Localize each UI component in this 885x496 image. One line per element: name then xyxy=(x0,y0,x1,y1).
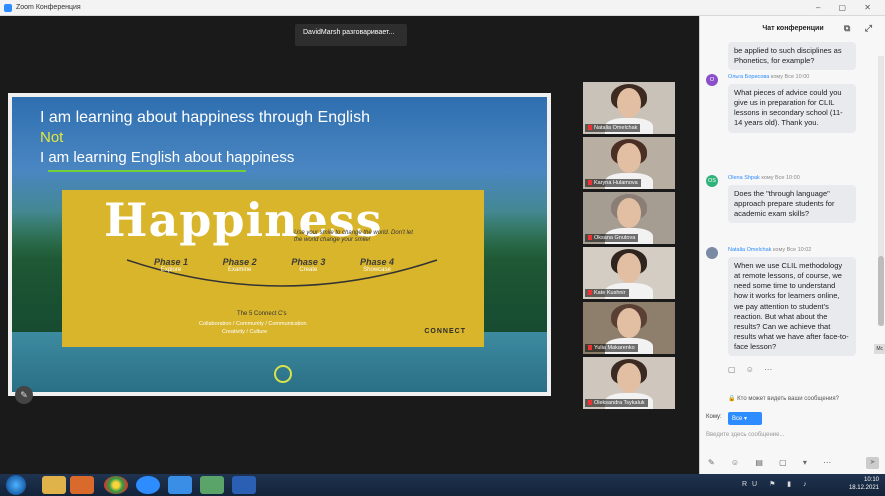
participant-tile[interactable]: Natalia Omelchak xyxy=(583,82,675,134)
avatar: OS xyxy=(706,175,718,187)
participant-name-label: Kate Kushnir xyxy=(585,289,629,297)
participant-name-label: Oleksandra Tsykaluk xyxy=(585,399,648,407)
send-button[interactable]: ➤ xyxy=(866,457,879,469)
chat-title: Чат конференции xyxy=(762,25,824,32)
more-button[interactable]: Mc xyxy=(874,344,885,354)
participant-tile[interactable]: Oleksandra Tsykaluk xyxy=(583,357,675,409)
chat-message-text: What pieces of advice could you give us … xyxy=(728,84,856,133)
window-titlebar: Zoom Конференция – ▢ ✕ xyxy=(0,0,885,16)
chat-message-text: be applied to such disciplines as Phonet… xyxy=(728,42,856,71)
windows-taskbar: RU ⚑ ▮ ♪ 10:10 18.12.2021 xyxy=(0,474,885,496)
slide-line-2: Not xyxy=(40,129,64,146)
muted-mic-icon xyxy=(588,125,592,130)
chat-message-text: When we use CLIL methodology at remote l… xyxy=(728,257,856,357)
phase-3: Phase 3 Create xyxy=(291,257,326,273)
participant-tile[interactable]: Oksana Gnutova xyxy=(583,192,675,244)
slide-line-3: I am learning English about happiness xyxy=(40,149,295,166)
participant-face xyxy=(617,308,641,338)
participant-tile[interactable]: Karyna Hulamova xyxy=(583,137,675,189)
system-tray-icons[interactable]: RU ⚑ ▮ ♪ xyxy=(742,480,812,488)
chat-message-meta: Olena Shpak кому Все 10:00 xyxy=(728,175,800,181)
muted-mic-icon xyxy=(588,345,592,350)
system-clock[interactable]: 10:10 18.12.2021 xyxy=(849,477,879,493)
participant-face xyxy=(617,253,641,283)
connect-brand: CONNECT xyxy=(424,328,466,335)
slide-underline xyxy=(48,170,246,172)
chat-message-meta: Natalia Omelchak кому Все 10:02 xyxy=(728,247,812,253)
participant-name-label: Natalia Omelchak xyxy=(585,124,641,132)
chat-messages: be applied to such disciplines as Phonet… xyxy=(700,42,878,404)
message-action-icons[interactable]: ▢ ☺ ⋯ xyxy=(728,365,776,374)
participant-face xyxy=(617,198,641,228)
avatar xyxy=(706,247,718,259)
muted-mic-icon xyxy=(588,235,592,240)
participant-name-label: Karyna Hulamova xyxy=(585,179,641,187)
internet-explorer-icon[interactable] xyxy=(168,476,192,494)
phase-1: Phase 1 Explore xyxy=(154,257,189,273)
phase-4: Phase 4 Showcase xyxy=(359,257,394,273)
window-title: Zoom Конференция xyxy=(16,4,81,11)
participant-tile[interactable]: Yulia Makarenko xyxy=(583,302,675,354)
participant-tile[interactable]: Kate Kushnir xyxy=(583,247,675,299)
muted-mic-icon xyxy=(588,400,592,405)
chat-toolbar[interactable]: ✎ ☺ ▤ ▢ ▾ ⋯ xyxy=(708,458,838,467)
chat-input[interactable]: Введите здесь сообщение... xyxy=(706,432,876,444)
connect-cs-line-1: Collaboration / Community / Communicatio… xyxy=(199,321,307,327)
phase-2: Phase 2 Examine xyxy=(222,257,257,273)
participant-gallery: Natalia Omelchak Karyna Hulamova Oksana Gn… xyxy=(583,82,675,412)
app-window-icon[interactable] xyxy=(200,476,224,494)
to-label: Кому: xyxy=(706,414,722,420)
window-controls[interactable]: – ▢ ✕ xyxy=(816,3,879,12)
media-player-icon[interactable] xyxy=(70,476,94,494)
muted-mic-icon xyxy=(588,290,592,295)
connect-cs-heading: The 5 Connect C's xyxy=(237,311,287,317)
start-button[interactable] xyxy=(6,475,26,495)
connect-cs-line-2: Creativity / Culture xyxy=(222,329,268,335)
muted-mic-icon xyxy=(588,180,592,185)
participant-face xyxy=(617,143,641,173)
who-can-see-link[interactable]: 🔒 Кто может видеть ваши сообщения? xyxy=(728,395,839,402)
chrome-icon[interactable] xyxy=(104,476,128,494)
pointer-ring xyxy=(274,365,292,383)
chat-message-meta: Ольга Борисова кому Все 10:00 xyxy=(728,74,810,80)
zoom-app-icon xyxy=(4,4,12,12)
participant-face xyxy=(617,363,641,393)
meeting-video-area: DavidMarsh разговаривает... I am learnin… xyxy=(0,16,699,474)
slide-line-1: I am learning about happiness through En… xyxy=(40,109,370,126)
happiness-card: Happiness Use your smile to change the w… xyxy=(62,190,484,347)
happiness-tagline: Use your smile to change the world. Don'… xyxy=(294,230,413,244)
participant-name-label: Yulia Makarenko xyxy=(585,344,638,352)
annotate-pencil-icon[interactable]: ✎ xyxy=(15,386,33,404)
chat-scrollbar-thumb[interactable] xyxy=(878,256,884,326)
participant-name-label: Oksana Gnutova xyxy=(585,234,639,242)
recipient-select[interactable]: Все ▾ xyxy=(728,412,762,425)
active-speaker-label: DavidMarsh разговаривает... xyxy=(295,24,407,46)
file-explorer-icon[interactable] xyxy=(42,476,66,494)
chat-popout-icon[interactable]: ⧉ ⤢ xyxy=(844,23,878,34)
phases-row: Phase 1 Explore Phase 2 Examine Phase 3 … xyxy=(154,257,394,273)
shared-screen-slide: I am learning about happiness through En… xyxy=(8,93,551,396)
chat-message-text: Does the "through language" approach pre… xyxy=(728,185,856,224)
chat-panel: Чат конференции ⧉ ⤢ be applied to such d… xyxy=(699,16,885,474)
chat-header: Чат конференции ⧉ ⤢ xyxy=(700,16,885,42)
participant-face xyxy=(617,88,641,118)
zoom-taskbar-icon[interactable] xyxy=(136,476,160,494)
avatar: О xyxy=(706,74,718,86)
word-icon[interactable] xyxy=(232,476,256,494)
